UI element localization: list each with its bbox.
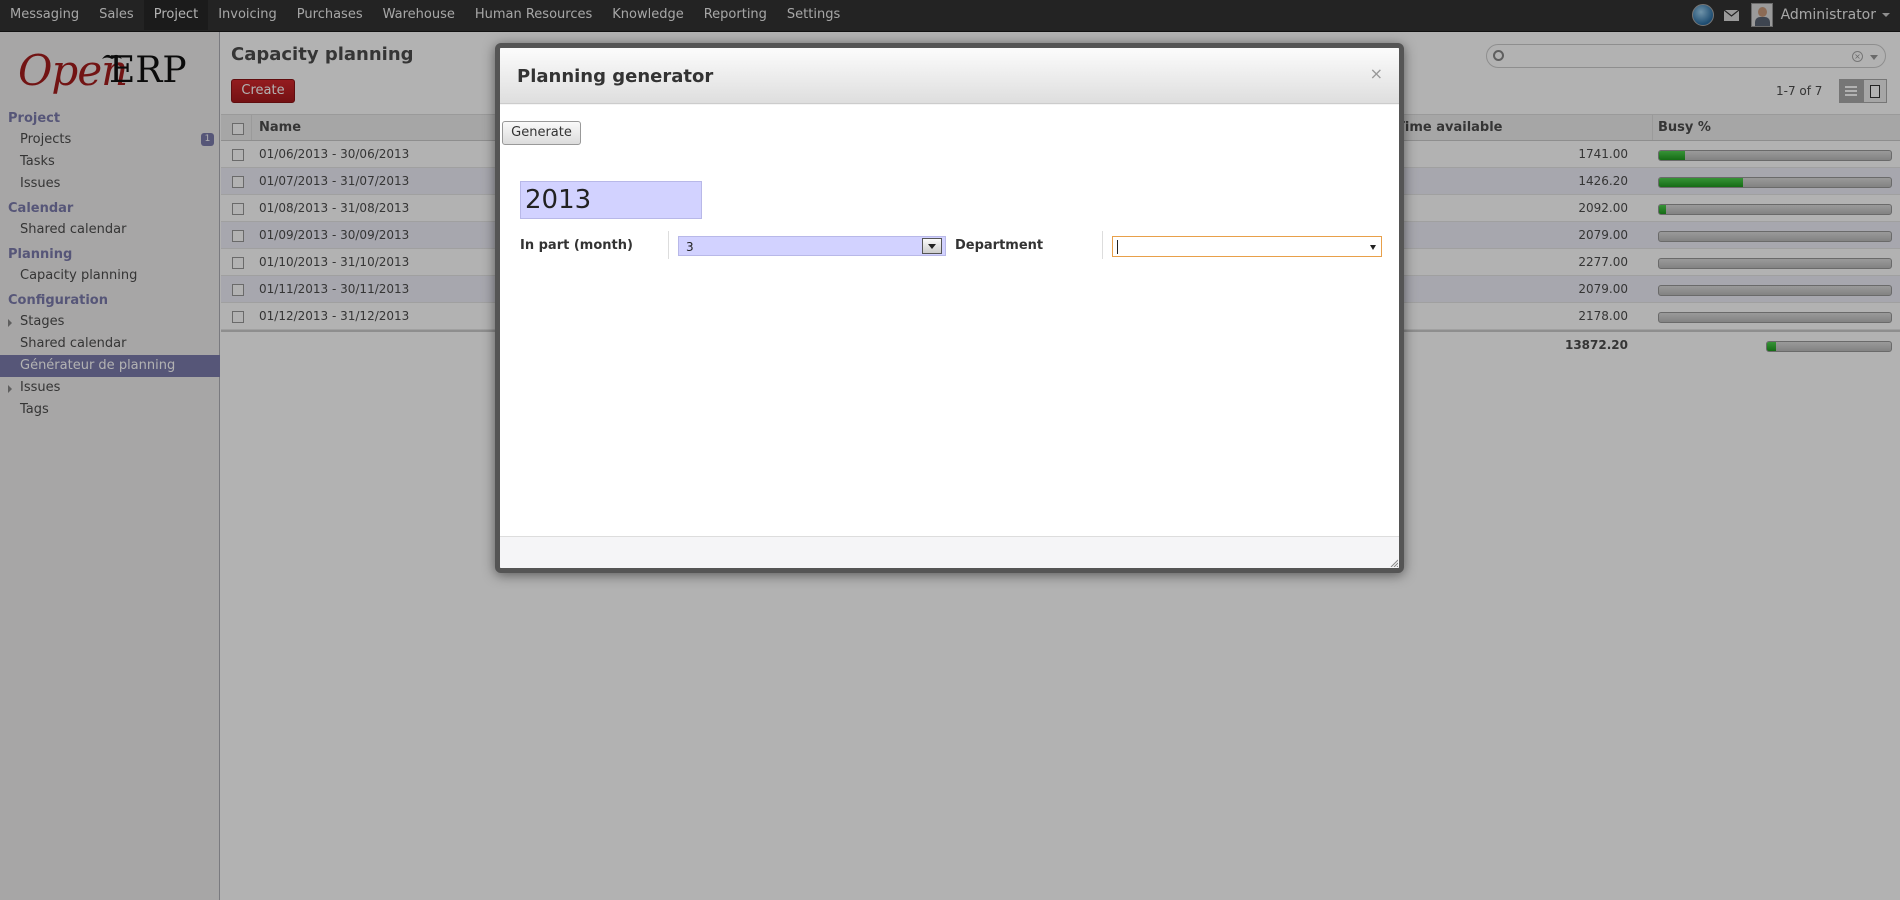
dialog-footer — [500, 536, 1399, 568]
year-field[interactable]: 2013 — [520, 181, 702, 219]
generate-button[interactable]: Generate — [502, 121, 581, 145]
chevron-down-icon[interactable] — [1370, 245, 1376, 250]
close-icon[interactable]: × — [1370, 64, 1383, 83]
in-part-month-label: In part (month) — [520, 238, 633, 253]
department-label: Department — [955, 238, 1044, 253]
department-select[interactable] — [1112, 236, 1382, 257]
in-part-month-value: 3 — [686, 240, 694, 254]
chevron-down-icon[interactable] — [922, 238, 942, 254]
dialog-title: Planning generator — [517, 66, 714, 87]
dialog-header: Planning generator × — [500, 48, 1399, 104]
dialog-body: Generate 2013 In part (month) 3 Departme… — [500, 105, 1399, 536]
in-part-month-select[interactable]: 3 — [678, 236, 946, 256]
planning-generator-dialog: Planning generator × Generate 2013 In pa… — [495, 43, 1404, 573]
field-divider — [1102, 231, 1103, 259]
field-divider — [668, 231, 669, 259]
text-cursor — [1117, 240, 1118, 254]
resize-grip-icon[interactable] — [1390, 559, 1398, 567]
